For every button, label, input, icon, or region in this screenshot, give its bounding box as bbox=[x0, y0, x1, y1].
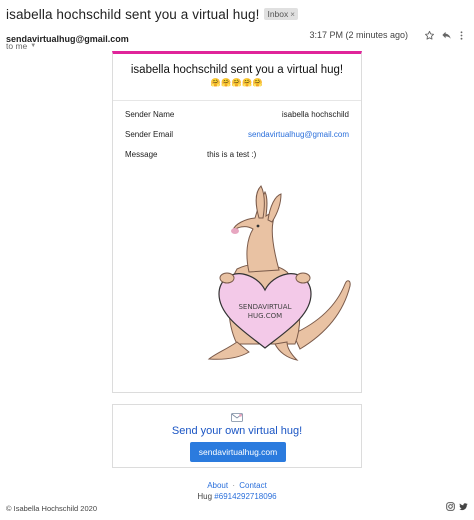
inbox-label-badge[interactable]: Inbox × bbox=[264, 8, 298, 20]
cta-title[interactable]: Send your own virtual hug! bbox=[113, 425, 361, 437]
twitter-icon[interactable] bbox=[459, 502, 468, 511]
email-subject-row: isabella hochschild sent you a virtual h… bbox=[6, 6, 298, 22]
footer-separator: · bbox=[232, 481, 235, 490]
sender-email-row: Sender Email sendavirtualhug@gmail.com bbox=[125, 130, 349, 142]
footer-links: About · Contact bbox=[0, 481, 474, 490]
message-row: Message this is a test :) bbox=[125, 150, 349, 162]
sender-name-label: Sender Name bbox=[125, 110, 175, 119]
more-vertical-icon[interactable] bbox=[454, 28, 468, 42]
kangaroo-hug-illustration: SENDAVIRTUAL HUG.COM bbox=[207, 185, 351, 361]
sender-email-label: Sender Email bbox=[125, 130, 174, 139]
email-subject: isabella hochschild sent you a virtual h… bbox=[6, 6, 260, 22]
hug-emoji-row: 🤗🤗🤗🤗🤗 bbox=[210, 78, 264, 87]
hug-id-line: Hug #6914292718096 bbox=[0, 492, 474, 501]
illustration-text-line2: HUG.COM bbox=[248, 312, 282, 320]
cta-card: Send your own virtual hug! sendavirtualh… bbox=[112, 404, 362, 468]
email-timestamp: 3:17 PM (2 minutes ago) bbox=[309, 30, 408, 40]
card-title: isabella hochschild sent you a virtual h… bbox=[130, 64, 344, 76]
remove-label-icon[interactable]: × bbox=[290, 10, 295, 19]
social-links bbox=[446, 502, 468, 511]
contact-link[interactable]: Contact bbox=[239, 481, 267, 490]
instagram-icon[interactable] bbox=[446, 502, 455, 511]
card-divider bbox=[113, 100, 361, 101]
recipient-text: to me bbox=[6, 41, 28, 51]
envelope-icon bbox=[231, 413, 243, 422]
inbox-label-text: Inbox bbox=[267, 9, 289, 19]
hug-prefix: Hug bbox=[197, 492, 215, 501]
reply-icon[interactable] bbox=[439, 28, 453, 42]
sender-name-value: isabella hochschild bbox=[281, 110, 349, 119]
about-link[interactable]: About bbox=[207, 481, 228, 490]
sender-name-row: Sender Name isabella hochschild bbox=[125, 110, 349, 122]
sender-email-link[interactable]: sendavirtualhug@gmail.com bbox=[248, 130, 349, 139]
copyright-text: © Isabella Hochschild 2020 bbox=[6, 504, 97, 513]
visit-site-button[interactable]: sendavirtualhug.com bbox=[190, 442, 286, 462]
star-icon[interactable] bbox=[422, 28, 436, 42]
message-value: this is a test :) bbox=[207, 150, 257, 159]
hug-id-link[interactable]: #6914292718096 bbox=[214, 492, 276, 501]
chevron-down-icon: ▼ bbox=[30, 43, 37, 49]
hug-card: isabella hochschild sent you a virtual h… bbox=[112, 51, 362, 393]
recipient-details-toggle[interactable]: to me ▼ bbox=[6, 41, 36, 51]
message-label: Message bbox=[125, 150, 158, 159]
illustration-text-line1: SENDAVIRTUAL bbox=[238, 303, 291, 311]
sender-row: sendavirtualhug@gmail.com 3:17 PM (2 min… bbox=[6, 28, 468, 44]
